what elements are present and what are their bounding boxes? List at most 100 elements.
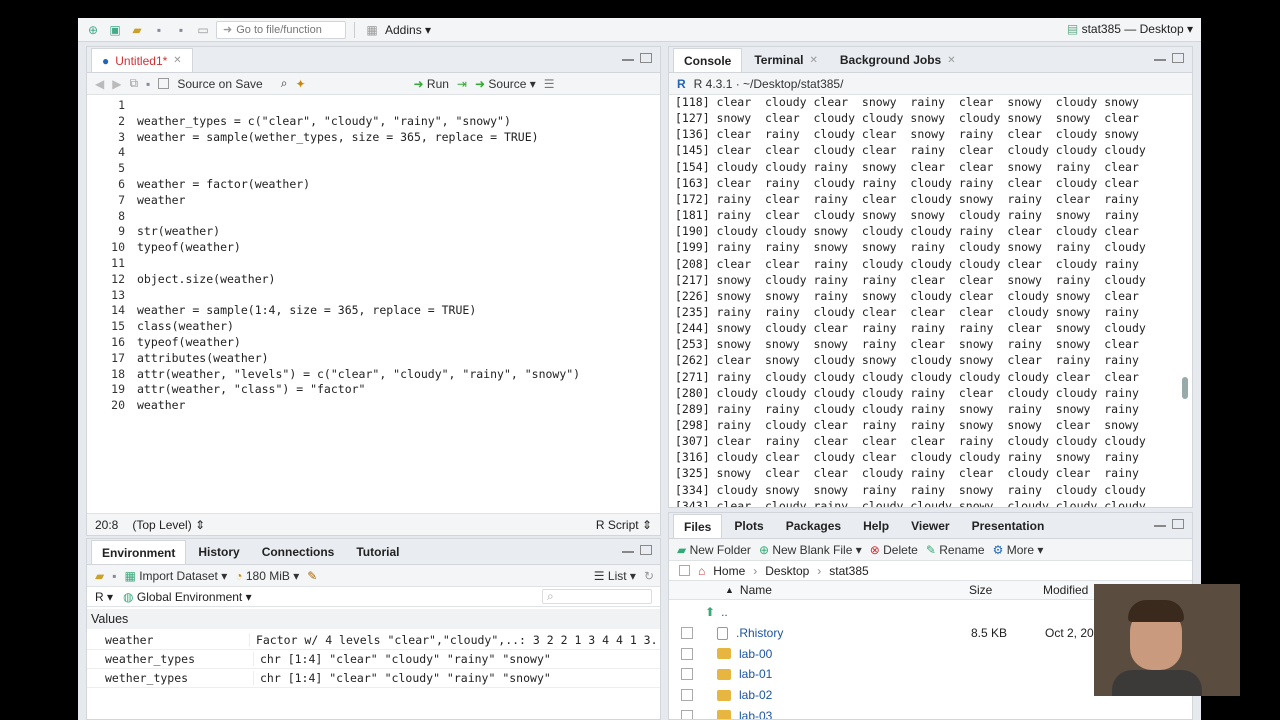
select-all-checkbox[interactable] <box>679 565 690 576</box>
file-name[interactable]: lab-00 <box>739 647 772 661</box>
tab-plots[interactable]: Plots <box>724 514 773 538</box>
outline-icon[interactable]: ☰ <box>544 77 555 91</box>
file-name[interactable]: lab-03 <box>739 709 772 719</box>
code-line[interactable]: 6 weather = factor(weather) <box>87 176 660 192</box>
minimize-icon[interactable] <box>1154 53 1166 61</box>
tab-terminal[interactable]: Terminal ✕ <box>744 48 828 72</box>
new-blank-file-button[interactable]: ⊕ New Blank File ▾ <box>759 543 862 557</box>
code-line[interactable]: 14 weather = sample(1:4, size = 365, repl… <box>87 302 660 318</box>
project-menu[interactable]: ▤ stat385 — Desktop ▾ <box>1067 22 1193 36</box>
clear-broom-icon[interactable]: ✎ <box>307 569 317 583</box>
environment-row[interactable]: weather_types chr [1:4] "clear" "cloudy" … <box>87 650 660 669</box>
code-editor[interactable]: 1 2 weather_types = c("clear", "cloudy", "… <box>87 95 660 513</box>
more-button[interactable]: ⚙ More ▾ <box>993 543 1044 557</box>
new-folder-button[interactable]: ▰ New Folder <box>677 543 751 557</box>
save-icon[interactable]: ▪ <box>150 22 168 38</box>
search-icon[interactable]: ⌕ <box>281 76 288 91</box>
column-size[interactable]: Size <box>969 583 992 597</box>
language-selector[interactable]: R ▾ <box>95 590 113 604</box>
tab-presentation[interactable]: Presentation <box>962 514 1055 538</box>
code-line[interactable]: 4 <box>87 144 660 160</box>
memory-usage[interactable]: ◔ 180 MiB ▾ <box>235 569 299 583</box>
breadcrumb-stat385[interactable]: stat385 <box>829 564 868 578</box>
code-line[interactable]: 2 weather_types = c("clear", "cloudy", "r… <box>87 113 660 129</box>
file-type-selector[interactable]: R Script ⇕ <box>596 518 652 532</box>
environment-search-input[interactable]: ⌕ <box>542 589 652 604</box>
grid-icon[interactable]: ▦ <box>363 22 381 38</box>
code-line[interactable]: 7 weather <box>87 192 660 208</box>
file-checkbox[interactable] <box>681 689 693 702</box>
list-view-selector[interactable]: ☰ List ▾ <box>594 569 636 583</box>
run-button[interactable]: ➜ Run <box>414 77 449 91</box>
minimize-icon[interactable] <box>622 545 634 553</box>
tab-background-jobs[interactable]: Background Jobs ✕ <box>830 48 966 72</box>
forward-icon[interactable]: ▶ <box>112 77 121 91</box>
save-icon[interactable]: ▪ <box>146 77 150 91</box>
maximize-icon[interactable] <box>640 53 652 63</box>
print-icon[interactable]: ▭ <box>194 22 212 38</box>
maximize-icon[interactable] <box>1172 519 1184 529</box>
code-line[interactable]: 18 attr(weather, "levels") = c("clear", "… <box>87 366 660 382</box>
file-checkbox[interactable] <box>681 647 693 660</box>
code-line[interactable]: 1 <box>87 97 660 113</box>
new-project-icon[interactable]: ▣ <box>106 22 124 38</box>
new-file-icon[interactable]: ⊕ <box>84 22 102 38</box>
code-line[interactable]: 5 <box>87 160 660 176</box>
close-jobs-icon[interactable]: ✕ <box>947 55 955 66</box>
goto-file-input[interactable]: ➜ Go to file/function <box>216 20 346 39</box>
close-terminal-icon[interactable]: ✕ <box>809 55 817 66</box>
addins-menu[interactable]: Addins ▾ <box>385 23 431 37</box>
save-all-icon[interactable]: ▪ <box>172 22 190 38</box>
code-line[interactable]: 3 weather = sample(wether_types, size = 3… <box>87 129 660 145</box>
file-row[interactable]: lab-03 <box>669 706 1192 719</box>
tab-viewer[interactable]: Viewer <box>901 514 959 538</box>
rename-button[interactable]: ✎ Rename <box>926 543 985 557</box>
code-line[interactable]: 10 typeof(weather) <box>87 239 660 255</box>
source-button[interactable]: ➜ Source ▾ <box>475 77 536 91</box>
environment-row[interactable]: wether_types chr [1:4] "clear" "cloudy" "… <box>87 669 660 688</box>
code-line[interactable]: 13 <box>87 287 660 303</box>
tab-tutorial[interactable]: Tutorial <box>346 540 409 564</box>
save-workspace-icon[interactable]: ▪ <box>112 569 116 583</box>
file-name[interactable]: lab-01 <box>739 667 772 681</box>
code-line[interactable]: 20 weather <box>87 397 660 413</box>
magic-wand-icon[interactable]: ✦ <box>295 77 305 91</box>
close-tab-icon[interactable]: ✕ <box>173 55 181 66</box>
tab-history[interactable]: History <box>188 540 249 564</box>
tab-console[interactable]: Console <box>673 48 743 72</box>
file-checkbox[interactable] <box>681 709 693 719</box>
home-icon[interactable]: ⌂ <box>698 564 705 578</box>
console-scrollbar[interactable] <box>1182 377 1188 399</box>
file-checkbox[interactable] <box>681 627 693 639</box>
code-line[interactable]: 15 class(weather) <box>87 318 660 334</box>
code-line[interactable]: 12 object.size(weather) <box>87 271 660 287</box>
source-on-save-checkbox[interactable] <box>158 78 170 89</box>
code-line[interactable]: 17 attributes(weather) <box>87 350 660 366</box>
load-workspace-icon[interactable]: ▰ <box>95 569 104 583</box>
back-icon[interactable]: ◀ <box>95 77 104 91</box>
tab-files[interactable]: Files <box>673 514 723 538</box>
refresh-icon[interactable]: ↻ <box>644 569 654 583</box>
open-file-icon[interactable]: ▰ <box>128 22 146 38</box>
code-line[interactable]: 19 attr(weather, "class") = "factor" <box>87 381 660 397</box>
code-line[interactable]: 11 <box>87 255 660 271</box>
file-name[interactable]: .Rhistory <box>736 626 783 640</box>
show-in-window-icon[interactable]: ⧉ <box>129 76 138 91</box>
import-dataset-button[interactable]: ▦ Import Dataset ▾ <box>125 569 228 583</box>
maximize-icon[interactable] <box>640 545 652 555</box>
minimize-icon[interactable] <box>622 53 634 61</box>
column-modified[interactable]: Modified <box>1043 583 1088 597</box>
code-line[interactable]: 9 str(weather) <box>87 223 660 239</box>
tab-connections[interactable]: Connections <box>252 540 345 564</box>
code-line[interactable]: 8 <box>87 208 660 224</box>
scope-selector[interactable]: ◍ Global Environment ▾ <box>123 590 252 604</box>
tab-packages[interactable]: Packages <box>776 514 851 538</box>
minimize-icon[interactable] <box>1154 519 1166 527</box>
environment-row[interactable]: weather Factor w/ 4 levels "clear","cloud… <box>87 631 660 650</box>
breadcrumb-home[interactable]: Home <box>713 564 745 578</box>
column-name[interactable]: Name <box>740 583 772 597</box>
tab-environment[interactable]: Environment <box>91 540 187 564</box>
console-output[interactable]: [118] clear cloudy clear snowy rainy cle… <box>669 95 1192 507</box>
file-checkbox[interactable] <box>681 668 693 681</box>
breadcrumb-desktop[interactable]: Desktop <box>765 564 809 578</box>
